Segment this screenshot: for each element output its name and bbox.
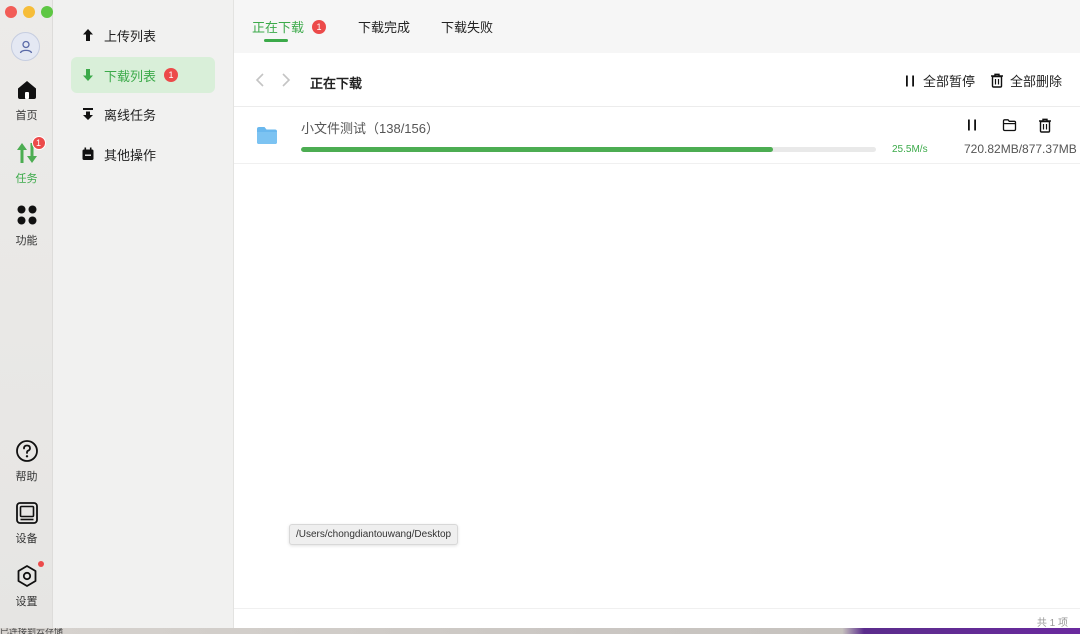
sidebar-item-label: 其他操作 xyxy=(104,147,157,163)
trash-icon xyxy=(991,73,1003,88)
item-count: 共 1 项 xyxy=(1036,618,1068,628)
sidebar-item-download-list[interactable]: 下载列表 1 xyxy=(71,57,215,93)
delete-all-button[interactable]: 全部删除 xyxy=(990,71,1062,90)
offline-download-icon xyxy=(83,108,93,120)
zoom-window-button[interactable] xyxy=(41,6,53,18)
main-panel: 正在下载 1 下载完成 下载失败 正在下载 全部暂停 全部删除 小文件测试（13… xyxy=(234,0,1080,628)
rail-item-label: 功能 xyxy=(15,235,38,247)
rail-item-help[interactable]: 帮助 xyxy=(0,438,53,484)
icon-rail: 首页 1 任务 功能 帮助 设备 设置 xyxy=(0,0,53,628)
pause-all-button[interactable]: 全部暂停 xyxy=(903,71,975,90)
task-row[interactable]: 小文件测试（138/156） 25.5M/s 720.82MB/877.37MB xyxy=(234,107,1080,164)
status-footer: 共 1 项 xyxy=(234,608,1080,628)
grid-dots-icon xyxy=(17,205,36,225)
settings-notification-dot xyxy=(37,561,44,567)
sidebar-item-label: 下载列表 xyxy=(104,68,157,84)
pause-all-label: 全部暂停 xyxy=(923,74,976,89)
open-folder-button[interactable] xyxy=(1000,116,1018,134)
delete-all-label: 全部删除 xyxy=(1010,74,1063,89)
rail-item-label: 帮助 xyxy=(15,471,38,483)
sidebar-item-label: 上传列表 xyxy=(104,28,157,44)
home-icon xyxy=(17,81,36,99)
pause-icon xyxy=(968,119,976,131)
sidebar-item-other-operations[interactable]: 其他操作 xyxy=(71,136,215,172)
tab-label: 正在下载 xyxy=(252,20,305,35)
sidebar-item-offline-tasks[interactable]: 离线任务 xyxy=(71,96,215,132)
avatar[interactable] xyxy=(11,32,40,61)
tasks-badge: 1 xyxy=(31,136,46,150)
sidebar-item-label: 离线任务 xyxy=(104,107,157,123)
tab-label: 下载失败 xyxy=(441,20,494,35)
upload-arrow-icon xyxy=(83,29,93,41)
folder-outline-icon xyxy=(1002,119,1016,132)
calendar-icon xyxy=(82,147,94,160)
tab-downloading[interactable]: 正在下载 1 xyxy=(252,17,327,36)
rail-item-label: 首页 xyxy=(15,110,38,122)
rail-item-label: 任务 xyxy=(15,173,38,185)
rail-item-settings[interactable]: 设置 xyxy=(0,561,53,609)
download-arrow-icon xyxy=(83,69,93,81)
download-progress-bar xyxy=(301,147,876,152)
rail-item-tasks[interactable]: 1 任务 xyxy=(0,136,53,186)
path-tooltip: /Users/chongdiantouwang/Desktop xyxy=(289,524,459,545)
sidebar: 上传列表 下载列表 1 离线任务 其他操作 xyxy=(53,0,234,628)
tab-badge: 1 xyxy=(312,19,327,34)
rail-item-home[interactable]: 首页 xyxy=(0,77,53,123)
sidebar-item-upload-list[interactable]: 上传列表 xyxy=(71,17,215,53)
user-icon xyxy=(19,40,32,53)
task-name: 小文件测试（138/156） xyxy=(301,121,439,136)
pause-task-button[interactable] xyxy=(963,116,981,134)
back-arrow-icon[interactable] xyxy=(253,72,267,88)
delete-task-button[interactable] xyxy=(1036,116,1054,134)
folder-icon xyxy=(257,127,277,144)
window-controls xyxy=(5,6,53,18)
page-title: 正在下载 xyxy=(310,76,363,91)
tab-completed[interactable]: 下载完成 xyxy=(358,17,410,36)
rail-item-devices[interactable]: 设备 xyxy=(0,500,53,546)
download-list-badge: 1 xyxy=(164,68,179,82)
rail-item-label: 设备 xyxy=(15,533,38,545)
toolbar: 正在下载 全部暂停 全部删除 xyxy=(234,53,1080,107)
active-tab-indicator xyxy=(264,39,288,42)
rail-item-features[interactable]: 功能 xyxy=(0,202,53,248)
help-icon xyxy=(15,440,38,462)
pause-icon xyxy=(906,75,914,86)
minimize-window-button[interactable] xyxy=(23,6,35,18)
trash-icon xyxy=(1039,118,1051,133)
rail-item-label: 设置 xyxy=(15,596,38,608)
download-size: 720.82MB/877.37MB xyxy=(964,142,1077,156)
tab-failed[interactable]: 下载失败 xyxy=(441,17,493,36)
close-window-button[interactable] xyxy=(5,6,17,18)
device-icon xyxy=(15,502,38,524)
forward-arrow-icon[interactable] xyxy=(279,72,293,88)
tab-bar: 正在下载 1 下载完成 下载失败 xyxy=(234,0,1080,53)
progress-fill xyxy=(301,147,773,152)
settings-hexagon-icon xyxy=(17,565,36,587)
app-window: 首页 1 任务 功能 帮助 设备 设置 上传列表 下载列表 1 离线任务 其他操… xyxy=(0,0,1080,628)
download-speed: 25.5M/s xyxy=(892,144,928,155)
tab-label: 下载完成 xyxy=(358,20,411,35)
